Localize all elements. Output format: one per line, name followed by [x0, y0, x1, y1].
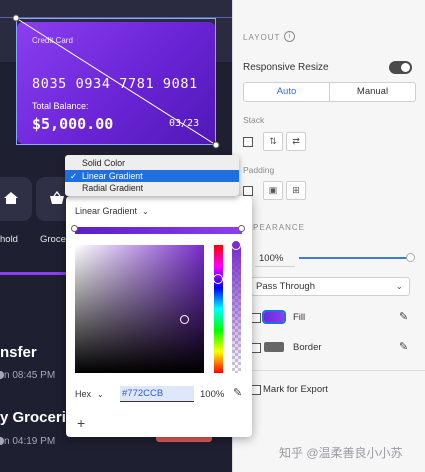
chevron-down-icon: ⌄ — [395, 281, 403, 291]
hue-slider[interactable] — [214, 245, 223, 373]
section-divider — [233, 370, 425, 371]
appearance-heading: PEARANCE — [253, 223, 306, 232]
basket-icon — [49, 190, 65, 205]
opacity-slider-track[interactable] — [299, 257, 411, 259]
card-total-label: Total Balance: — [32, 101, 89, 111]
opacity-slider-thumb[interactable] — [406, 253, 415, 262]
alpha-thumb[interactable] — [231, 240, 241, 250]
gradient-type-select[interactable]: Linear Gradient ⌄ — [75, 206, 149, 216]
transaction-title[interactable]: y Groceri — [0, 409, 66, 426]
saturation-thumb[interactable] — [180, 315, 189, 324]
fill-checkbox[interactable] — [251, 313, 261, 323]
hue-thumb[interactable] — [213, 274, 223, 284]
layout-heading: LAYOUT — [243, 33, 281, 42]
gradient-bar[interactable] — [75, 227, 242, 234]
section-accent-bar — [0, 272, 70, 275]
padding-uniform-icon[interactable]: ▣ — [263, 181, 283, 200]
menu-item-label: Solid Color — [82, 158, 126, 168]
fill-type-menu: Solid Color ✓ Linear Gradient Radial Grad… — [65, 155, 239, 196]
alpha-value[interactable]: 100% — [200, 389, 224, 400]
category-tile-household[interactable] — [0, 177, 32, 221]
transaction-time: n 04:19 PM — [4, 436, 56, 447]
category-label-household: hold — [0, 234, 18, 245]
export-checkbox[interactable] — [251, 385, 261, 395]
padding-checkbox[interactable] — [243, 186, 253, 196]
gradient-type-value: Linear Gradient — [75, 206, 138, 216]
gradient-end-handle — [212, 141, 220, 149]
padding-heading: Padding — [243, 165, 275, 175]
responsive-resize-label: Responsive Resize — [243, 62, 329, 73]
stack-horizontal-icon[interactable]: ⇄ — [286, 132, 306, 151]
mark-for-export-label: Mark for Export — [263, 384, 328, 395]
saturation-brightness-field[interactable] — [75, 245, 204, 373]
card-label: Credit Card — [32, 36, 73, 45]
inspector-panel: LAYOUT i Responsive Resize Auto Manual S… — [232, 0, 425, 472]
menu-item-label: Radial Gradient — [82, 183, 144, 193]
fill-label: Fill — [293, 312, 306, 323]
opacity-slider-fill — [299, 257, 411, 259]
card-number: 8035 0934 7781 9081 — [32, 76, 198, 92]
credit-card[interactable]: Credit Card 8035 0934 7781 9081 Total Ba… — [17, 22, 215, 144]
eyedropper-icon[interactable]: ✎ — [399, 310, 408, 323]
toggle-knob — [401, 63, 410, 72]
gradient-stop-start[interactable] — [71, 225, 78, 232]
color-format-select[interactable]: Hex ⌄ — [75, 389, 104, 399]
blend-mode-value: Pass Through — [256, 281, 315, 292]
info-icon[interactable]: i — [284, 31, 295, 42]
chevron-down-icon: ⌄ — [97, 390, 104, 399]
border-label: Border — [293, 342, 322, 353]
hex-input[interactable] — [120, 386, 194, 402]
stack-vertical-icon[interactable]: ⇅ — [263, 132, 283, 151]
gradient-stop-end[interactable] — [238, 225, 245, 232]
fill-color-swatch[interactable] — [262, 310, 286, 324]
border-checkbox[interactable] — [251, 343, 261, 353]
menu-item-label: Linear Gradient — [82, 170, 143, 181]
padding-individual-icon[interactable]: ⊞ — [286, 181, 306, 200]
border-color-swatch[interactable] — [264, 342, 284, 352]
card-balance: $5,000.00 — [32, 115, 114, 133]
responsive-resize-toggle[interactable] — [389, 61, 412, 74]
menu-item-linear-gradient[interactable]: ✓ Linear Gradient — [65, 169, 239, 182]
transaction-time: n 08:45 PM — [4, 370, 56, 381]
home-icon — [3, 191, 19, 205]
alpha-slider[interactable] — [232, 245, 241, 373]
chevron-down-icon: ⌄ — [142, 207, 149, 216]
color-format-value: Hex — [75, 389, 92, 399]
add-stop-button[interactable]: + — [77, 415, 85, 431]
segment-manual[interactable]: Manual — [330, 83, 415, 101]
stack-heading: Stack — [243, 115, 265, 125]
watermark: 知乎 @温柔善良小小苏 — [279, 446, 403, 460]
eyedropper-icon[interactable]: ✎ — [233, 386, 242, 399]
card-expiry: 03/23 — [169, 118, 200, 129]
blend-mode-select[interactable]: Pass Through ⌄ — [251, 277, 410, 296]
eyedropper-icon[interactable]: ✎ — [399, 340, 408, 353]
segment-auto[interactable]: Auto — [244, 83, 330, 101]
resize-mode-segmented-control: Auto Manual — [243, 82, 416, 102]
artboard-guide-line — [0, 17, 232, 18]
stack-checkbox[interactable] — [243, 137, 253, 147]
menu-item-solid-color[interactable]: Solid Color — [65, 157, 239, 170]
opacity-input[interactable]: 100% — [255, 251, 295, 267]
color-picker-popover: Linear Gradient ⌄ Hex ⌄ 100% ✎ + — [66, 196, 252, 437]
transaction-title[interactable]: nsfer — [0, 344, 37, 361]
check-icon: ✓ — [70, 170, 78, 181]
menu-item-radial-gradient[interactable]: Radial Gradient — [65, 182, 239, 195]
